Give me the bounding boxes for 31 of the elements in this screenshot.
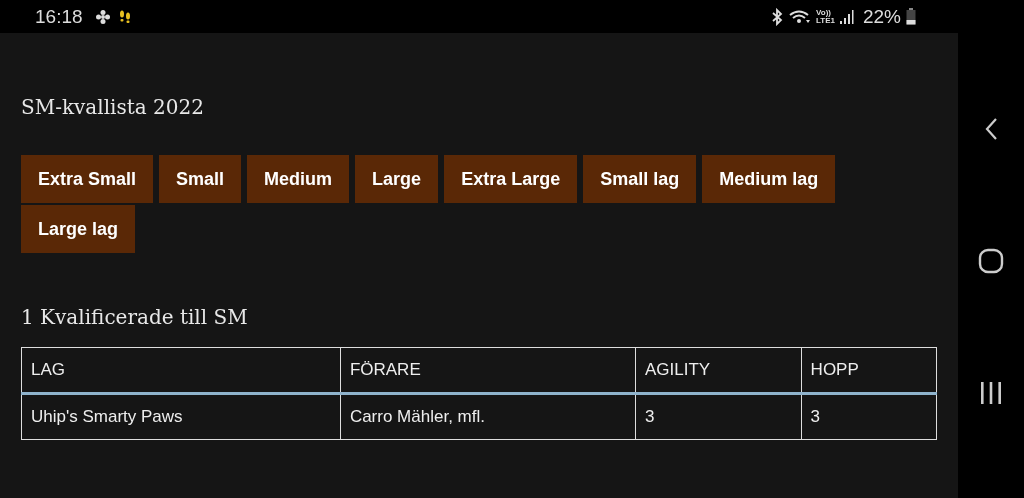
column-header: FÖRARE bbox=[340, 347, 636, 394]
battery-icon bbox=[906, 8, 916, 25]
category-tab[interactable]: Extra Small bbox=[21, 155, 154, 203]
battery-percent: 22% bbox=[862, 5, 901, 28]
back-icon[interactable] bbox=[984, 116, 998, 141]
table-cell: Uhip's Smarty Paws bbox=[21, 393, 341, 440]
column-header: HOPP bbox=[801, 347, 937, 394]
column-header: AGILITY bbox=[635, 347, 802, 394]
home-icon[interactable] bbox=[978, 247, 1004, 274]
table-cell: Carro Mähler, mfl. bbox=[340, 393, 636, 440]
table-cell: 3 bbox=[801, 393, 937, 440]
recent-apps-icon[interactable] bbox=[980, 380, 1002, 405]
category-tab[interactable]: Large bbox=[355, 155, 439, 203]
category-tab[interactable]: Medium bbox=[247, 155, 350, 203]
category-tab[interactable]: Medium lag bbox=[702, 155, 836, 203]
network-label: LTE1 bbox=[816, 16, 835, 25]
bluetooth-icon bbox=[770, 7, 784, 26]
category-tab[interactable]: Extra Large bbox=[444, 155, 578, 203]
table-cell: 3 bbox=[635, 393, 802, 440]
clock-time: 16:18 bbox=[35, 5, 83, 28]
wifi-icon bbox=[789, 8, 811, 25]
column-header: LAG bbox=[21, 347, 341, 394]
fan-icon bbox=[94, 8, 111, 25]
network-label: Vo)) bbox=[816, 8, 831, 17]
category-tab[interactable]: Small lag bbox=[583, 155, 697, 203]
category-tab[interactable]: Small bbox=[159, 155, 242, 203]
footprints-icon bbox=[118, 9, 131, 24]
signal-icon bbox=[839, 8, 854, 25]
category-tab[interactable]: Large lag bbox=[21, 205, 136, 253]
page-title: SM-kvallista 2022 bbox=[21, 95, 205, 119]
section-title: 1 Kvalificerade till SM bbox=[21, 305, 249, 329]
